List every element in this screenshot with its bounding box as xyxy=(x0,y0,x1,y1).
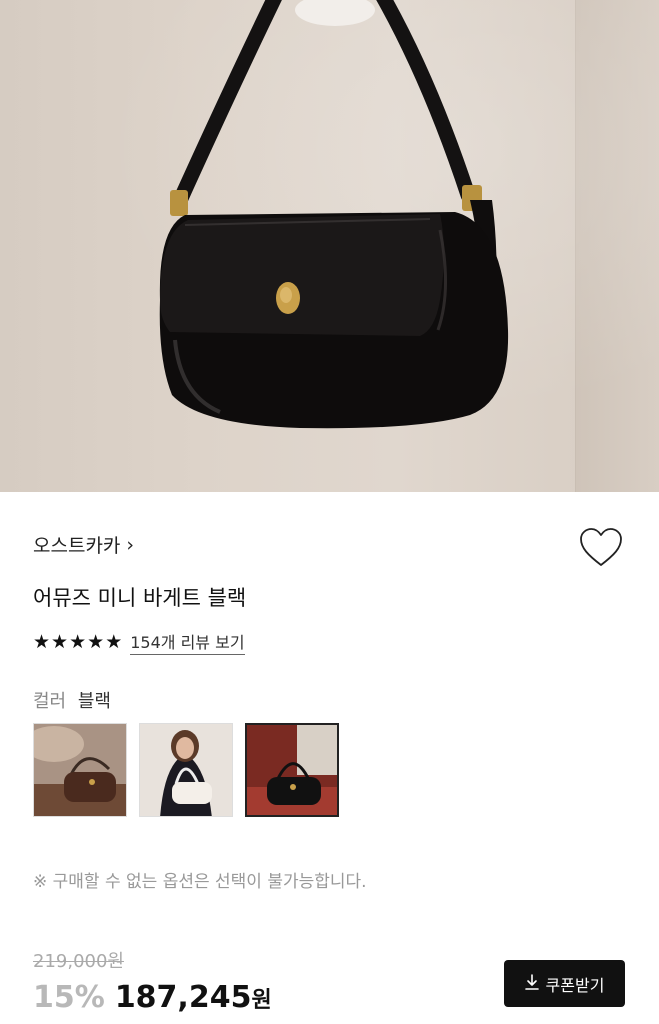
star-icon: ★ xyxy=(69,630,87,653)
brand-link[interactable]: 오스트카카 › xyxy=(33,531,134,558)
swatch-black[interactable] xyxy=(245,723,339,817)
star-rating: ★ ★ ★ ★ ★ xyxy=(33,630,123,653)
star-icon: ★ xyxy=(33,630,51,653)
final-price: 187,245 xyxy=(114,980,252,1015)
color-key: 컬러 xyxy=(33,691,67,712)
swatch-white[interactable] xyxy=(139,723,233,817)
original-price: 219,000원 xyxy=(33,951,124,972)
price-row: 15% 187,245 원 xyxy=(33,980,272,1015)
color-swatches xyxy=(33,723,339,817)
download-icon xyxy=(524,973,539,994)
swatch-brown[interactable] xyxy=(33,723,127,817)
star-icon: ★ xyxy=(87,630,105,653)
discount-rate: 15% xyxy=(33,980,105,1015)
rating-row: ★ ★ ★ ★ ★ 154개 리뷰 보기 xyxy=(33,629,245,655)
currency-unit: 원 xyxy=(251,988,272,1013)
chevron-right-icon: › xyxy=(126,533,135,556)
option-notice: ※ 구매할 수 없는 옵션은 선택이 불가능합니다. xyxy=(33,872,367,892)
bag-illustration xyxy=(159,0,509,429)
coupon-download-button[interactable]: 쿠폰받기 xyxy=(504,960,625,1007)
brand-name: 오스트카카 xyxy=(33,535,121,557)
review-link[interactable]: 154개 리뷰 보기 xyxy=(130,629,245,655)
wishlist-heart-icon[interactable] xyxy=(578,526,624,568)
color-option-label: 컬러 블랙 xyxy=(33,687,111,713)
product-main-image[interactable] xyxy=(0,0,659,492)
coupon-button-label: 쿠폰받기 xyxy=(545,975,605,995)
color-value: 블랙 xyxy=(77,691,111,712)
product-title: 어뮤즈 미니 바게트 블랙 xyxy=(33,586,247,610)
star-icon: ★ xyxy=(105,630,123,653)
star-icon: ★ xyxy=(51,630,69,653)
